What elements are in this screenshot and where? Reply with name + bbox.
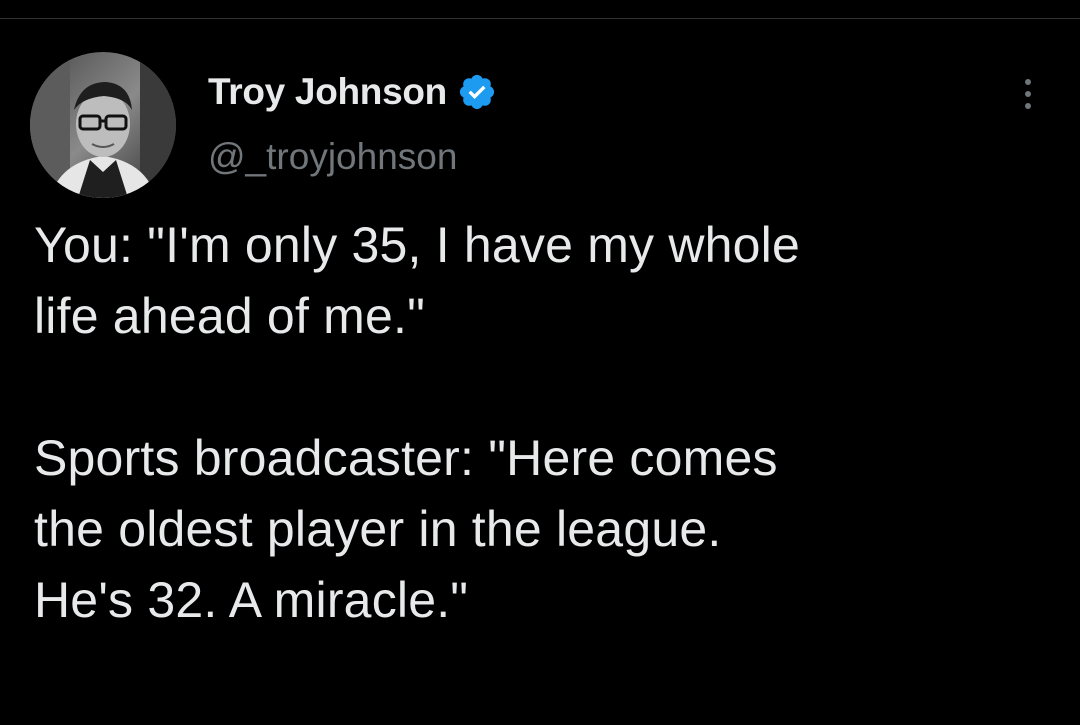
tweet-line: the oldest player in the league.: [34, 501, 722, 557]
tweet-line: life ahead of me.": [34, 288, 426, 344]
tweet-line: He's 32. A miracle.": [34, 572, 469, 628]
more-options-button[interactable]: [1008, 72, 1048, 116]
tweet-line: You: "I'm only 35, I have my whole: [34, 217, 800, 273]
tweet-text: You: "I'm only 35, I have my whole life …: [34, 210, 1054, 636]
tweet-line: Sports broadcaster: "Here comes: [34, 430, 778, 486]
author-display-name[interactable]: Troy Johnson: [208, 71, 447, 113]
more-options-icon: [1025, 79, 1031, 85]
more-options-icon-dot: [1025, 103, 1031, 109]
author-handle[interactable]: @_troyjohnson: [208, 136, 457, 178]
avatar[interactable]: [30, 52, 176, 198]
top-divider: [0, 18, 1080, 19]
author-name-row[interactable]: Troy Johnson: [208, 68, 497, 116]
more-options-icon-dot: [1025, 91, 1031, 97]
verified-check-badge-icon: [459, 74, 495, 110]
paragraph-break: [34, 352, 1054, 423]
profile-photo: [30, 52, 176, 198]
